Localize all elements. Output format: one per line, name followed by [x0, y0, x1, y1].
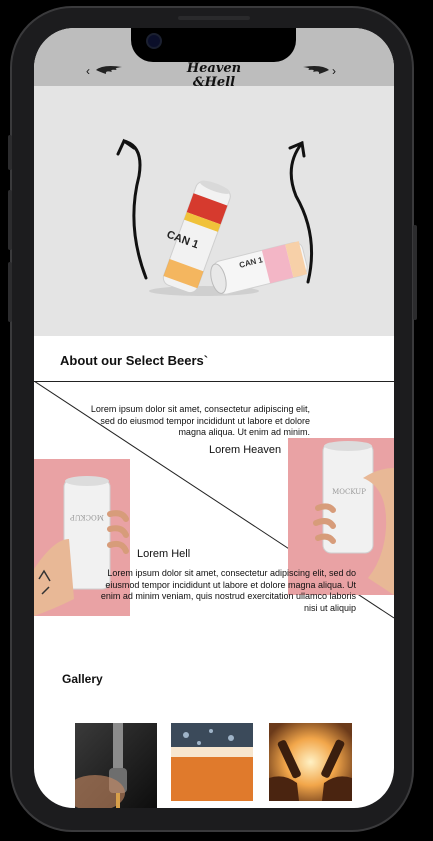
gallery-image-beer-tap[interactable]	[75, 723, 157, 808]
logo-line-1: Heaven	[186, 61, 242, 76]
beer-glass-photo	[171, 723, 253, 801]
left-wing-icon	[96, 66, 122, 74]
heaven-heading: Lorem Heaven	[209, 444, 282, 456]
volume-up-button	[8, 190, 12, 250]
beer-tap-photo	[75, 723, 157, 808]
mute-switch	[8, 135, 12, 170]
hero-banner: CAN 1 CAN 1	[34, 86, 394, 336]
gallery-image-beer-glass[interactable]	[171, 723, 253, 801]
mockup-label-left: MOCKUP	[70, 513, 104, 521]
hell-heading: Lorem Hell	[137, 548, 191, 560]
heaven-description: Lorem ipsum dolor sit amet, consectetur …	[90, 404, 310, 437]
volume-down-button	[8, 262, 12, 322]
hero-illustration	[116, 138, 314, 296]
mockup-label-right: MOCKUP	[332, 488, 366, 496]
screen: ‹ Heaven &Hell › CAN 1 CAN 1 About our S…	[34, 28, 394, 808]
speaker-grille	[178, 16, 250, 20]
gallery-image-cheers[interactable]	[269, 723, 352, 801]
about-section-title: About our Select Beers`	[60, 353, 209, 368]
front-camera	[146, 33, 162, 49]
hell-description: Lorem ipsum dolor sit amet, consectetur …	[100, 568, 356, 613]
gallery-title: Gallery	[62, 672, 103, 686]
prev-arrow-button[interactable]: ‹	[86, 64, 90, 78]
right-wing-icon	[303, 66, 329, 74]
left-arrow-curve	[122, 139, 148, 280]
power-button	[413, 225, 417, 320]
cheers-photo	[269, 723, 352, 801]
next-arrow-button[interactable]: ›	[332, 64, 336, 78]
can-lying	[210, 241, 308, 295]
